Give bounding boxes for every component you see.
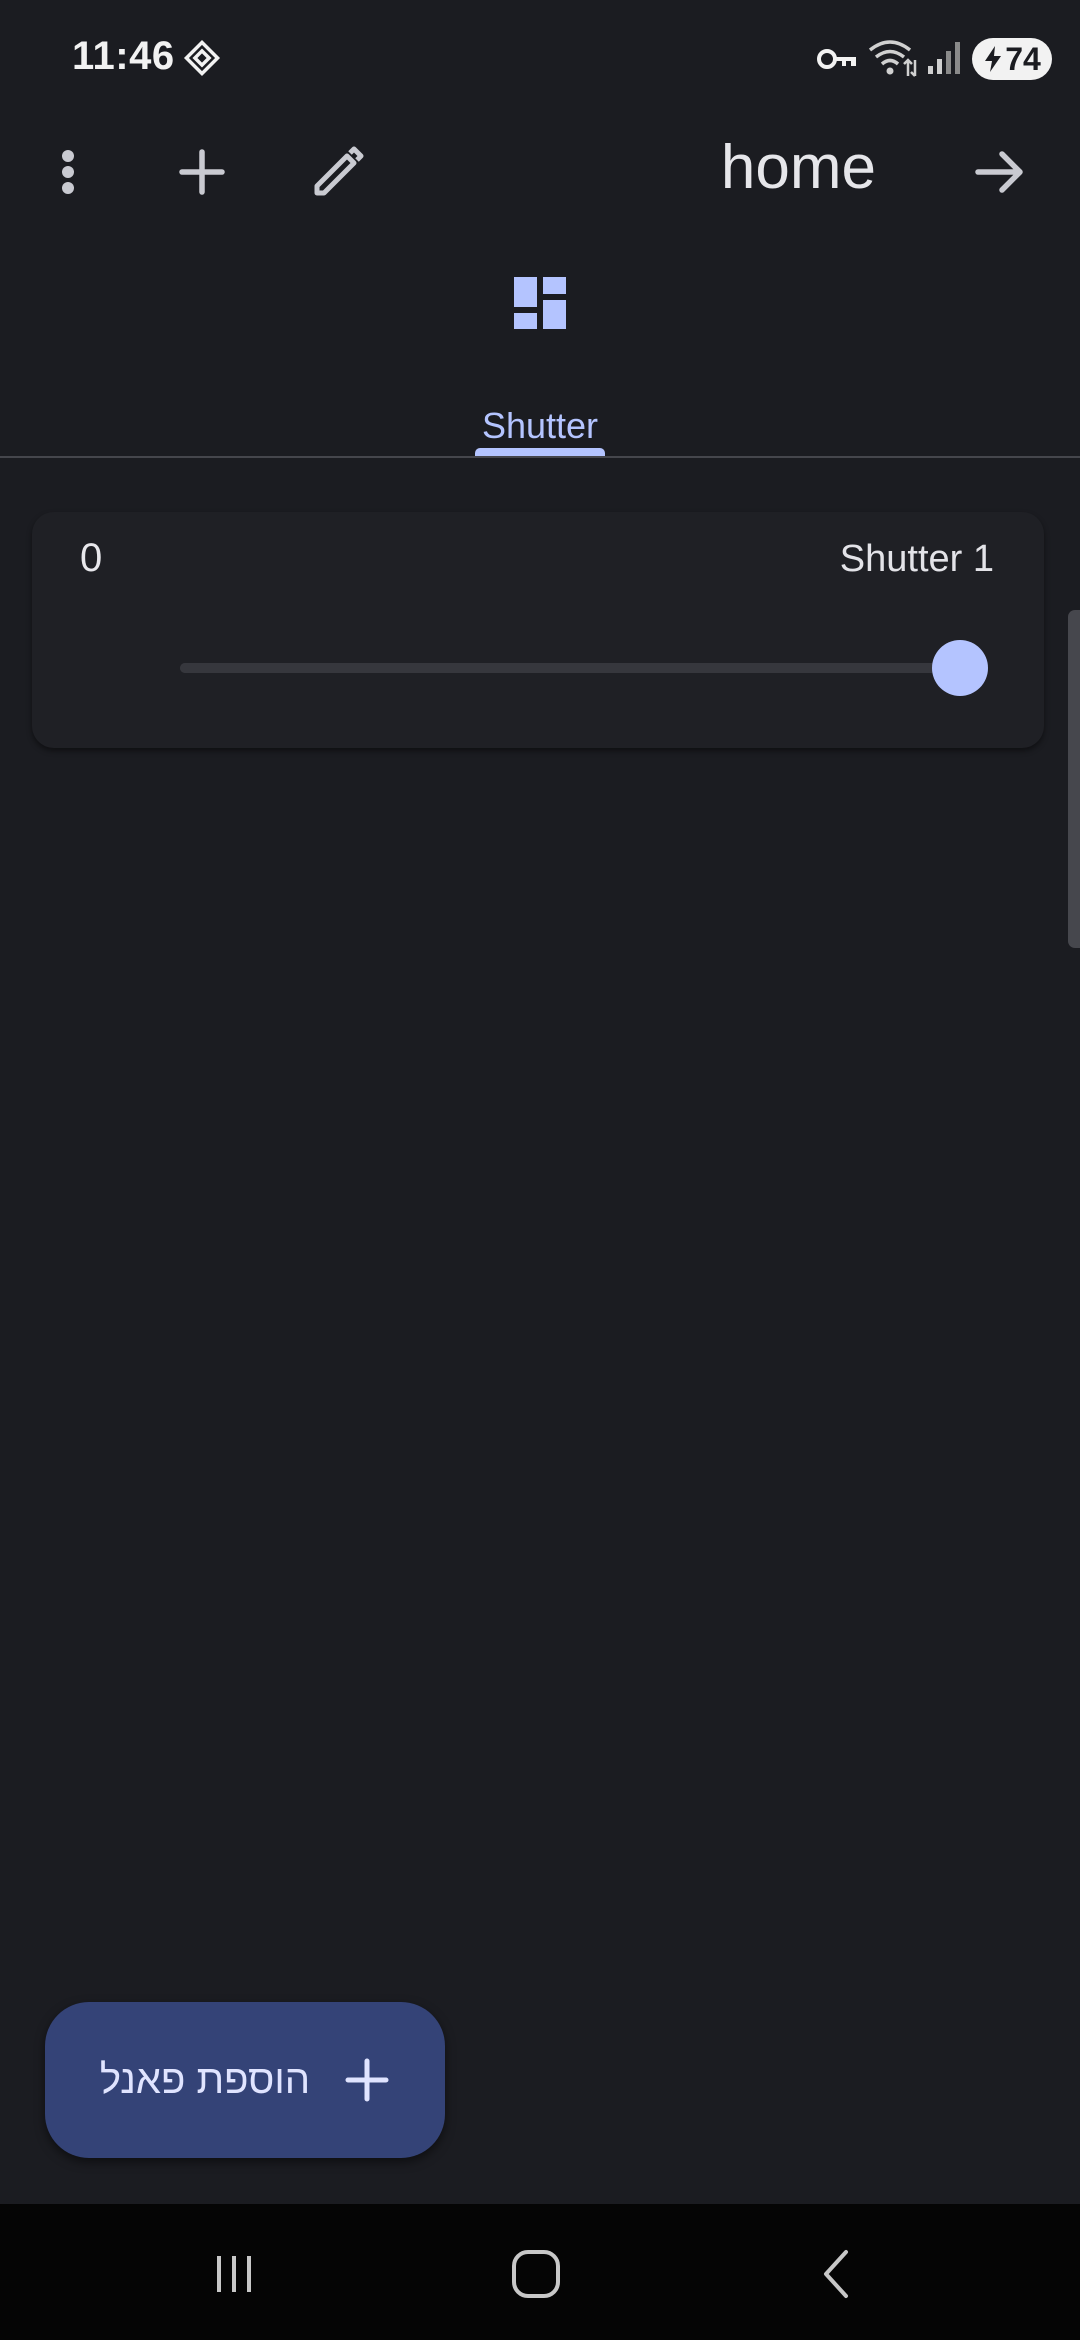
- status-icons: 74: [680, 0, 1080, 110]
- app-notification-icon: [183, 39, 221, 77]
- top-app-bar: home: [0, 110, 1080, 235]
- recents-icon: [217, 2256, 251, 2292]
- add-panel-button[interactable]: הוספת פאנל: [45, 2002, 445, 2158]
- shutter-slider[interactable]: [144, 624, 988, 714]
- back-icon: [824, 2250, 848, 2298]
- edit-button[interactable]: [290, 124, 386, 220]
- wifi-icon: [868, 40, 917, 77]
- add-icon: [345, 2058, 389, 2102]
- arrow-forward-icon: [975, 151, 1023, 193]
- vpn-key-icon: [817, 49, 856, 69]
- dashboard-icon: [514, 277, 566, 329]
- page-title: home: [720, 133, 876, 202]
- more-vert-icon: [62, 150, 74, 194]
- add-button[interactable]: [154, 124, 250, 220]
- slider-active-track: [180, 663, 960, 673]
- tab-divider: [0, 456, 1080, 458]
- status-bar: 11:46 74: [0, 0, 1080, 110]
- tab-row: Shutter: [0, 235, 1080, 458]
- tab-label: Shutter: [481, 405, 599, 446]
- add-panel-label: הוספת פאנל: [99, 2057, 311, 2102]
- battery-level: 74: [1005, 40, 1041, 77]
- scrollbar-thumb[interactable]: [1068, 610, 1080, 948]
- status-time: 11:46: [72, 34, 175, 78]
- edit-pencil-icon: [314, 146, 364, 196]
- signal-icon: [928, 42, 960, 74]
- add-icon: [179, 149, 225, 195]
- more-options-button[interactable]: [20, 124, 116, 220]
- slider-thumb[interactable]: [932, 640, 988, 696]
- shutter-value: 0: [80, 536, 103, 580]
- tab-shutter[interactable]: Shutter: [440, 275, 640, 455]
- forward-button[interactable]: [952, 124, 1048, 220]
- home-icon: [512, 2250, 560, 2298]
- battery-charging-icon: [985, 46, 1002, 72]
- back-button[interactable]: [778, 2234, 898, 2314]
- home-button[interactable]: [476, 2234, 596, 2314]
- battery-indicator: 74: [972, 38, 1052, 80]
- shutter-name: Shutter 1: [839, 538, 994, 580]
- recents-button[interactable]: [174, 2234, 294, 2314]
- system-nav-bar: [0, 2204, 1080, 2340]
- shutter-card: 0 Shutter 1: [32, 512, 1044, 748]
